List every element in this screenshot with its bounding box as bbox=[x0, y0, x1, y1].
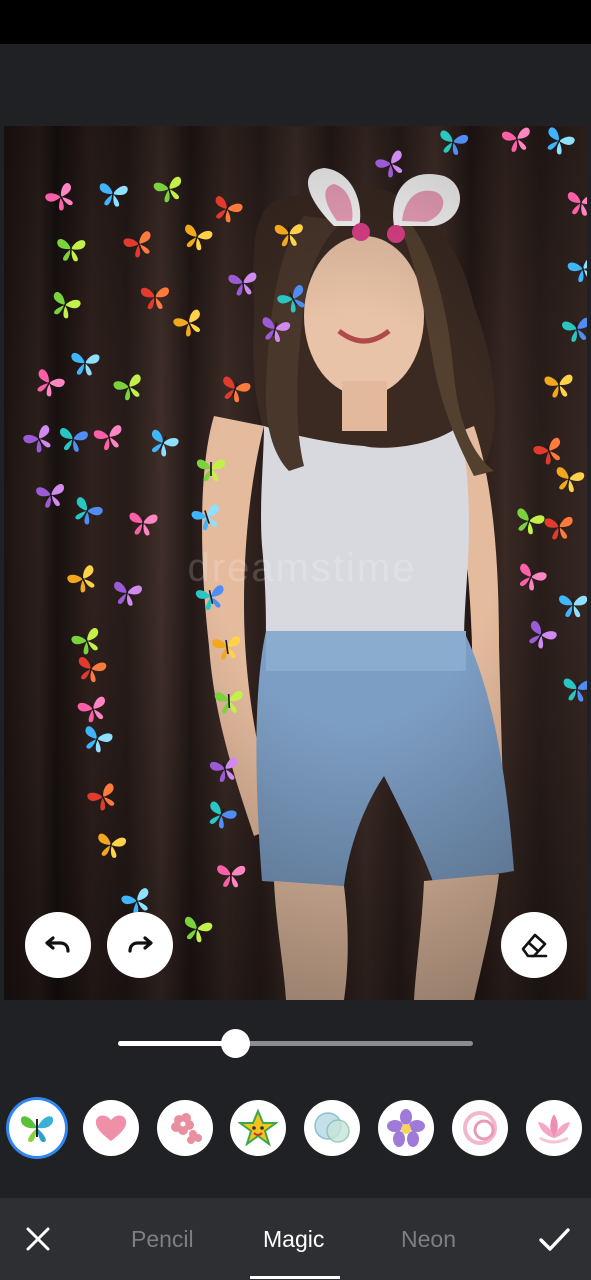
butterfly-sticker bbox=[99, 183, 128, 207]
brush-presets bbox=[0, 1098, 591, 1158]
redo-icon bbox=[128, 936, 153, 953]
ring-icon bbox=[463, 1111, 497, 1145]
butterfly-sticker bbox=[544, 516, 573, 540]
sakura-icon bbox=[171, 1113, 202, 1144]
redo-button[interactable] bbox=[107, 912, 173, 978]
butterfly-sticker bbox=[544, 374, 573, 398]
butterfly-sticker bbox=[567, 192, 587, 216]
brush-sakura[interactable] bbox=[157, 1100, 213, 1156]
eraser-button[interactable] bbox=[501, 912, 567, 978]
undo-button[interactable] bbox=[25, 912, 91, 978]
butterfly-sticker bbox=[563, 678, 587, 702]
tab-pencil[interactable]: Pencil bbox=[131, 1226, 194, 1253]
butterfly-sticker bbox=[57, 239, 86, 262]
butterfly-sticker bbox=[228, 272, 257, 296]
butterfly-sticker bbox=[71, 352, 100, 376]
butterfly-sticker bbox=[196, 459, 226, 482]
photo-canvas[interactable]: dreamstime bbox=[4, 126, 587, 1000]
brush-bubble[interactable] bbox=[304, 1100, 360, 1156]
status-bar bbox=[0, 0, 591, 44]
brush-ring[interactable] bbox=[452, 1100, 508, 1156]
tab-neon[interactable]: Neon bbox=[401, 1226, 456, 1253]
brush-lotus[interactable] bbox=[526, 1100, 582, 1156]
butterfly-sticker bbox=[212, 636, 241, 660]
butterfly-sticker bbox=[214, 691, 243, 714]
butterfly-sticker bbox=[36, 483, 65, 508]
close-icon[interactable] bbox=[21, 1222, 55, 1256]
slider-thumb[interactable] bbox=[221, 1029, 251, 1058]
check-icon[interactable] bbox=[537, 1222, 571, 1256]
brush-heart[interactable] bbox=[83, 1100, 139, 1156]
tab-magic[interactable]: Magic bbox=[263, 1226, 324, 1253]
lotus-icon bbox=[538, 1114, 570, 1144]
flower-icon bbox=[387, 1109, 425, 1147]
butterfly-sticker bbox=[562, 317, 587, 342]
undo-icon bbox=[45, 936, 70, 953]
brush-size-slider[interactable] bbox=[118, 1029, 473, 1058]
butterfly-sticker bbox=[59, 427, 88, 452]
butterfly-icon bbox=[20, 1116, 54, 1143]
slider-fill bbox=[118, 1041, 236, 1046]
butterfly-sticker bbox=[140, 287, 169, 310]
active-tab-indicator bbox=[250, 1276, 340, 1279]
top-toolbar-area bbox=[0, 44, 591, 126]
butterfly-sticker bbox=[114, 581, 142, 606]
heart-icon bbox=[95, 1115, 127, 1141]
brush-flower[interactable] bbox=[378, 1100, 434, 1156]
star-icon bbox=[238, 1108, 278, 1147]
eraser-icon bbox=[521, 933, 548, 958]
butterfly-sticker bbox=[217, 865, 246, 888]
butterfly-sticker bbox=[559, 595, 587, 618]
brush-star[interactable] bbox=[230, 1100, 286, 1156]
butterfly-sticker bbox=[129, 512, 158, 536]
brush-butterfly[interactable] bbox=[9, 1100, 65, 1156]
bubble-icon bbox=[314, 1112, 350, 1143]
watermark-text: dreamstime bbox=[187, 546, 417, 590]
butterfly-sticker bbox=[274, 224, 303, 247]
bottom-tab-bar: Pencil Magic Neon bbox=[0, 1198, 591, 1280]
